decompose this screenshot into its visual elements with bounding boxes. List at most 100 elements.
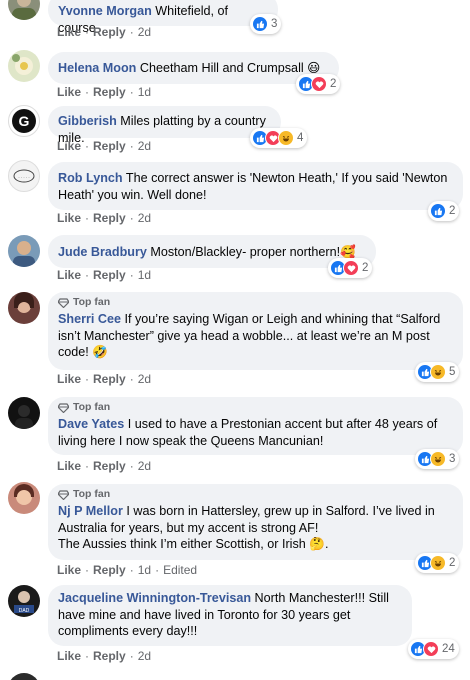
comment-item: Yvonne Morgan Whitefield, of course 3 Li… [0, 0, 470, 48]
like-link[interactable]: Like [57, 25, 81, 39]
laughing-face-icon [278, 130, 294, 146]
reply-link[interactable]: Reply [93, 459, 126, 473]
avatar-photo-icon [12, 0, 36, 20]
comment-time[interactable]: 1d [138, 563, 151, 577]
reactions-summary[interactable]: 2 [296, 74, 341, 94]
heart-icon [311, 76, 327, 92]
diamond-icon [58, 297, 69, 308]
avatar[interactable]: DAD [8, 585, 40, 617]
comment-author[interactable]: Jude Bradbury [58, 245, 147, 259]
svg-text:G: G [19, 113, 30, 129]
comment-author[interactable]: Gibberish [58, 114, 117, 128]
reactions-summary[interactable]: 3 [250, 14, 282, 34]
comment-bubble: Top fan Dave Yates I used to have a Pres… [48, 397, 463, 455]
comment-author[interactable]: Helena Moon [58, 61, 136, 75]
reactions-summary[interactable]: 5 [415, 362, 460, 382]
comment-item: Top fan Nj P Mellor I was born in Hatter… [0, 482, 470, 577]
like-link[interactable]: Like [57, 85, 81, 99]
like-link[interactable]: Like [57, 563, 81, 577]
like-link[interactable]: Like [57, 211, 81, 225]
comment-bubble: Top fan Sherri Cee If you’re saying Wiga… [48, 292, 463, 370]
like-link[interactable]: Like [57, 372, 81, 386]
avatar[interactable] [8, 482, 40, 514]
edited-label[interactable]: Edited [163, 563, 197, 577]
reaction-count: 3 [449, 453, 456, 465]
comment-author[interactable]: Dave Yates [58, 417, 124, 431]
comment-time[interactable]: 2d [138, 139, 151, 153]
gibberish-logo-icon: G [12, 109, 36, 133]
avatar-photo-icon [12, 54, 33, 75]
avatar-photo-icon: DAD [14, 591, 34, 614]
comment-bubble: Jude Bradbury Moston/Blackley- proper no… [48, 235, 376, 268]
comment-item: Top fan Dave Yates I used to have a Pres… [0, 397, 470, 477]
comment-time[interactable]: 2d [138, 459, 151, 473]
avatar[interactable]: . . . . . [8, 160, 40, 192]
avatar[interactable]: G [8, 105, 40, 137]
avatar[interactable] [8, 292, 40, 324]
reply-link[interactable]: Reply [93, 25, 126, 39]
reaction-count: 2 [449, 205, 456, 217]
avatar[interactable] [8, 50, 40, 82]
avatar-photo-icon [14, 484, 34, 505]
reply-link[interactable]: Reply [93, 211, 126, 225]
laughing-face-icon [430, 364, 446, 380]
reply-link[interactable]: Reply [93, 268, 126, 282]
comment-author[interactable]: Jacqueline Winnington-Trevisan [58, 591, 251, 605]
diamond-icon [58, 489, 69, 500]
diamond-icon [58, 402, 69, 413]
comment-item: Jude Bradbury Moston/Blackley- proper no… [0, 233, 470, 285]
like-link[interactable]: Like [57, 268, 81, 282]
like-link[interactable]: Like [57, 459, 81, 473]
comment-author[interactable]: Rob Lynch [58, 171, 123, 185]
avatar-photo-icon [13, 241, 35, 267]
comment-time[interactable]: 1d [138, 268, 151, 282]
comment-actions: Like · Reply · 2d [57, 139, 152, 153]
comment-bubble: Jacqueline Winnington-Trevisan North Man… [48, 585, 412, 646]
reaction-count: 2 [362, 262, 369, 274]
comment-time[interactable]: 2d [138, 25, 151, 39]
reply-link[interactable]: Reply [93, 85, 126, 99]
comment-bubble: Helena Moon Cheetham Hill and Crumpsall … [48, 52, 339, 84]
laughing-face-icon [430, 555, 446, 571]
avatar[interactable] [8, 673, 40, 680]
reaction-count: 2 [449, 557, 456, 569]
comment-text: Moston/Blackley- proper northern!🥰 [150, 245, 356, 259]
comment-author[interactable]: Nj P Mellor [58, 504, 123, 518]
reactions-summary[interactable]: 3 [415, 449, 460, 469]
reactions-summary[interactable]: 2 [415, 553, 460, 573]
comment-actions: Like · Reply · 2d [57, 211, 152, 225]
reactions-summary[interactable]: 4 [250, 128, 308, 148]
reactions-summary[interactable]: 2 [328, 258, 373, 278]
comment-author[interactable]: Yvonne Morgan [58, 4, 152, 18]
svg-text:DAD: DAD [19, 608, 30, 614]
comment-text: Cheetham Hill and Crumpsall 😃 [139, 61, 321, 75]
reply-link[interactable]: Reply [93, 139, 126, 153]
reply-link[interactable]: Reply [93, 372, 126, 386]
laughing-face-icon [430, 451, 446, 467]
reaction-count: 5 [449, 366, 456, 378]
avatar-photo-icon [14, 292, 34, 313]
like-link[interactable]: Like [57, 139, 81, 153]
comment-actions: Like · Reply · 1d · Edited [57, 563, 198, 577]
reaction-count: 3 [271, 18, 278, 30]
reaction-count: 2 [330, 78, 337, 90]
comment-time[interactable]: 2d [138, 372, 151, 386]
comment-actions: Like · Reply · 1d [57, 268, 152, 282]
comment-time[interactable]: 2d [138, 649, 151, 663]
reactions-summary[interactable]: 24 [408, 639, 459, 659]
comment-time[interactable]: 2d [138, 211, 151, 225]
comment-time[interactable]: 1d [138, 85, 151, 99]
avatar[interactable] [8, 397, 40, 429]
avatar[interactable] [8, 0, 40, 20]
reply-link[interactable]: Reply [93, 649, 126, 663]
avatar[interactable] [8, 235, 40, 267]
like-link[interactable]: Like [57, 649, 81, 663]
thumbs-up-icon [252, 16, 268, 32]
heart-icon [343, 260, 359, 276]
comment-actions: Like · Reply · 2d [57, 649, 152, 663]
comment-actions: Like · Reply · 2d [57, 459, 152, 473]
reactions-summary[interactable]: 2 [428, 201, 460, 221]
reply-link[interactable]: Reply [93, 563, 126, 577]
comment-author[interactable]: Sherri Cee [58, 312, 121, 326]
heart-icon [423, 641, 439, 657]
